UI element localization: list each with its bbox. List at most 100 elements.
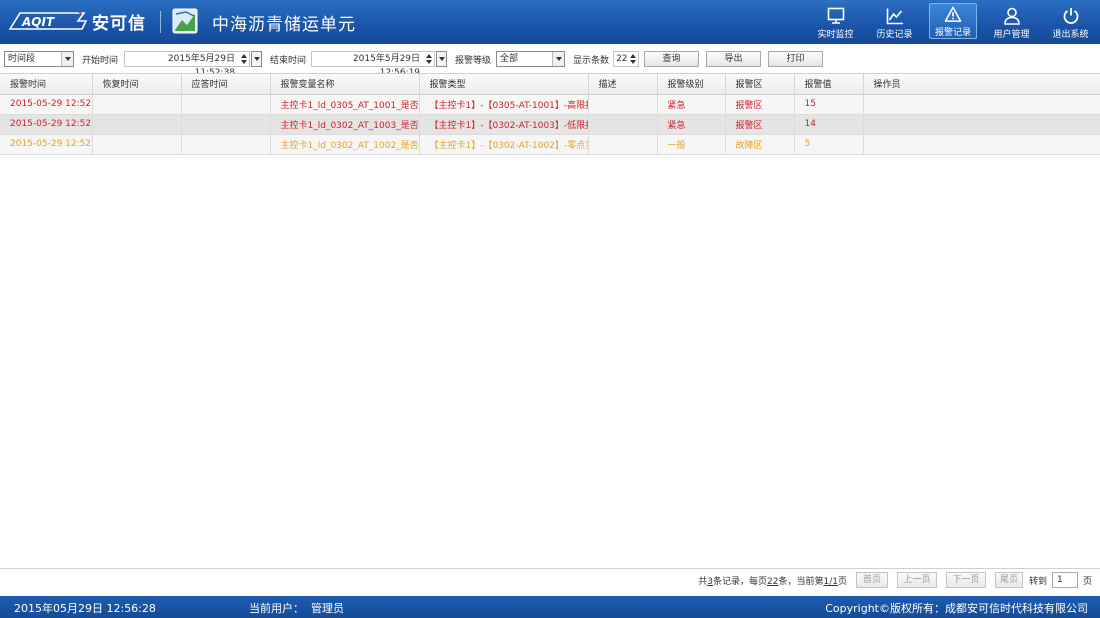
filter-toolbar: 时间段 开始时间 2015年5月29日 11:52:38 结束时间 2015年5… <box>0 47 1100 78</box>
display-count-label: 显示条数 <box>573 55 610 66</box>
table-cell <box>181 114 271 135</box>
nav-history[interactable]: 历史记录 <box>865 2 924 42</box>
nav-alarm-records[interactable]: 报警记录 <box>929 3 977 39</box>
column-header[interactable]: 描述 <box>588 74 658 95</box>
table-row[interactable]: 2015-05-29 12:52:50 主控卡1_ld_0302_AT_1002… <box>0 134 1100 155</box>
per-page-count: 22 <box>767 576 779 587</box>
nav-label: 用户管理 <box>993 30 1030 40</box>
start-time-dropdown-button[interactable] <box>251 51 263 67</box>
table-cell <box>588 134 658 155</box>
table-cell: 5 <box>794 134 864 155</box>
end-time-input[interactable]: 2015年5月29日 12:56:19 <box>311 51 436 78</box>
alarm-level-value: 全部 <box>500 54 519 64</box>
column-header[interactable]: 应答时间 <box>181 74 271 95</box>
svg-text:AQIT: AQIT <box>21 15 55 29</box>
table-row[interactable]: 2015-05-29 12:52:55 主控卡1_ld_0302_AT_1003… <box>0 114 1100 135</box>
table-cell: 报警区 <box>725 94 795 115</box>
line-chart-icon <box>886 8 903 25</box>
spinner-icon[interactable] <box>628 52 639 66</box>
table-cell: 2015-05-29 12:52:50 <box>0 134 93 155</box>
summary-text: 页 <box>837 576 847 587</box>
column-header[interactable]: 报警类型 <box>419 74 589 95</box>
column-header[interactable]: 报警时间 <box>0 74 93 95</box>
column-header[interactable]: 报警级别 <box>657 74 726 95</box>
table-cell: 14 <box>794 114 864 135</box>
app-map-icon <box>172 8 198 34</box>
table-cell <box>181 134 271 155</box>
summary-text: 条，当前第 <box>778 576 824 587</box>
nav-realtime-monitor[interactable]: 实时监控 <box>806 2 865 42</box>
brand-logo-icon: AQIT <box>6 11 90 31</box>
end-time-label: 结束时间 <box>270 55 307 66</box>
column-header[interactable]: 恢复时间 <box>92 74 182 95</box>
table-cell: 2015-05-29 12:52:55 <box>0 114 93 135</box>
brand: AQIT 安可信 <box>6 8 146 34</box>
period-select-value: 时间段 <box>8 54 36 64</box>
table-cell <box>588 94 658 115</box>
current-page: 1/1 <box>823 576 838 587</box>
nav-user-management[interactable]: 用户管理 <box>982 2 1041 42</box>
start-time-input[interactable]: 2015年5月29日 11:52:38 <box>124 51 251 78</box>
table-cell <box>863 94 1100 115</box>
nav-logout[interactable]: 退出系统 <box>1041 2 1100 42</box>
table-cell <box>588 114 658 135</box>
main-nav: 实时监控 历史记录 报警记录 用户管理 退出系统 <box>806 0 1100 44</box>
goto-page-input[interactable]: 1 <box>1051 572 1078 588</box>
table-cell: 【主控卡1】-【0302-AT-1003】-低限报警 <box>419 114 589 135</box>
table-cell: 一般 <box>657 134 726 155</box>
power-icon <box>1063 8 1078 24</box>
table-cell <box>92 114 182 135</box>
prev-page-button[interactable]: 上一页 <box>896 572 937 588</box>
table-cell <box>181 94 271 115</box>
chevron-down-icon <box>61 52 73 66</box>
alarm-table-container: 报警时间 恢复时间 应答时间 报警变量名称 报警类型 描述 报警级别 报警区 报… <box>0 73 1100 569</box>
alert-triangle-icon <box>944 6 962 22</box>
table-cell: 主控卡1_ld_0302_AT_1002_是否故障 <box>270 134 420 155</box>
display-count-value: 22 <box>616 54 628 64</box>
status-footer: 2015年05月29日 12:56:28 当前用户： 管理员 Copyright… <box>0 596 1100 618</box>
app-header: AQIT 安可信 中海沥青储运单元 实时监控 历史记录 报警记录 用户管理 退出… <box>0 0 1100 44</box>
column-header[interactable]: 报警值 <box>794 74 864 95</box>
alarm-table: 报警时间 恢复时间 应答时间 报警变量名称 报警类型 描述 报警级别 报警区 报… <box>0 74 1100 155</box>
table-cell: 故障区 <box>725 134 795 155</box>
table-cell: 紧急 <box>657 94 726 115</box>
last-page-button[interactable]: 尾页 <box>994 572 1023 588</box>
user-icon <box>1003 7 1020 25</box>
next-page-button[interactable]: 下一页 <box>945 572 986 588</box>
nav-label: 报警记录 <box>934 28 971 38</box>
brand-divider <box>160 11 161 33</box>
alarm-level-select[interactable]: 全部 <box>496 51 566 67</box>
alarm-level-label: 报警等级 <box>455 55 492 66</box>
export-button[interactable]: 导出 <box>706 51 762 67</box>
nav-label: 历史记录 <box>876 30 913 40</box>
current-datetime: 2015年05月29日 12:56:28 <box>14 602 156 615</box>
app-title: 中海沥青储运单元 <box>212 15 356 35</box>
summary-text: 条记录，每页 <box>712 576 767 587</box>
spinner-icon[interactable] <box>239 52 250 66</box>
goto-label: 转到 <box>1028 576 1047 587</box>
query-button[interactable]: 查询 <box>644 51 700 67</box>
chevron-down-icon <box>552 52 565 66</box>
print-button[interactable]: 打印 <box>768 51 824 67</box>
table-cell <box>92 94 182 115</box>
table-cell: 主控卡1_ld_0302_AT_1003_是否报警 <box>270 114 420 135</box>
table-cell: 主控卡1_ld_0305_AT_1001_是否报警 <box>270 94 420 115</box>
table-row[interactable]: 2015-05-29 12:52:58 主控卡1_ld_0305_AT_1001… <box>0 94 1100 115</box>
display-count-input[interactable]: 22 <box>613 51 640 67</box>
first-page-button[interactable]: 首页 <box>855 572 888 588</box>
table-cell <box>863 134 1100 155</box>
table-cell <box>863 114 1100 135</box>
table-cell: 【主控卡1】-【0305-AT-1001】-高限报警 <box>419 94 589 115</box>
table-cell: 报警区 <box>725 114 795 135</box>
copyright: Copyright©版权所有：成都安可信时代科技有限公司 <box>825 602 1088 615</box>
table-cell <box>92 134 182 155</box>
nav-label: 退出系统 <box>1052 30 1089 40</box>
nav-label: 实时监控 <box>817 30 854 40</box>
end-time-dropdown-button[interactable] <box>436 51 448 67</box>
period-select[interactable]: 时间段 <box>4 51 74 67</box>
column-header[interactable]: 操作员 <box>863 74 1100 95</box>
spinner-icon[interactable] <box>424 52 435 66</box>
pagination: 共3条记录，每页22条，当前第1/1页 首页 上一页 下一页 尾页 转到 1 页 <box>698 572 1092 588</box>
column-header[interactable]: 报警区 <box>725 74 795 95</box>
column-header[interactable]: 报警变量名称 <box>270 74 420 95</box>
